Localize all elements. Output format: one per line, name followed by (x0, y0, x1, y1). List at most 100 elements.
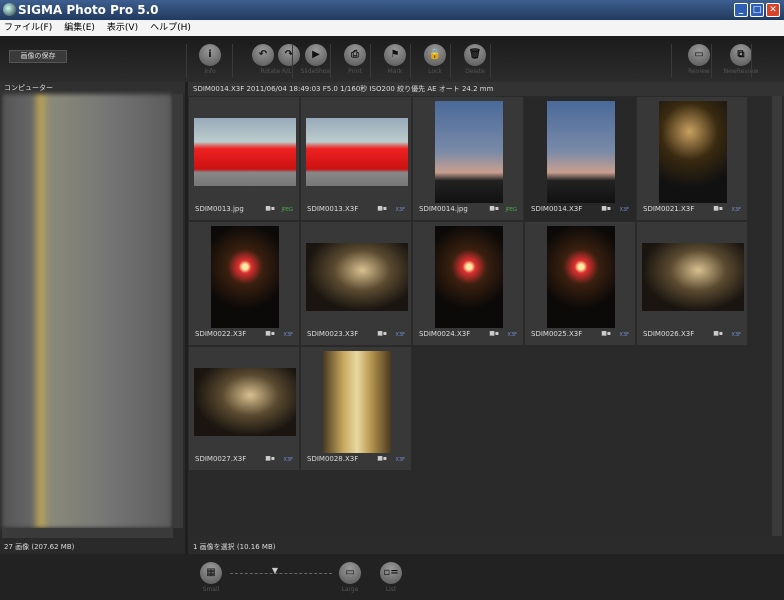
rotate-r-l-button[interactable]: ↶ ↷ Rotate R/L (250, 44, 302, 75)
info-button[interactable]: i Info (190, 44, 230, 75)
thumbnail-item[interactable]: SDIM0023.X3F ■▪ X3F (300, 221, 412, 346)
toolbar-separator (711, 44, 712, 78)
newreview-button[interactable]: ⧉ NewReview (721, 44, 761, 75)
thumbnail-image[interactable] (659, 101, 727, 203)
print-button[interactable]: ⎙ Print (335, 44, 375, 75)
lock-mark-icon[interactable]: ■▪ (265, 455, 275, 462)
lock-mark-icon[interactable]: ■▪ (377, 330, 387, 337)
thumbnail-item[interactable]: SDIM0021.X3F ■▪ X3F (636, 96, 748, 221)
delete-button[interactable]: 🗑 Delete (455, 44, 495, 75)
folder-horizontal-scrollbar[interactable] (2, 528, 173, 538)
menu-file[interactable]: ファイル(F) (4, 23, 52, 33)
folder-panel-header: コンピューター (0, 82, 185, 94)
thumbnail-image[interactable] (435, 226, 503, 328)
print-label: Print (348, 68, 362, 75)
save-image-button[interactable]: 画像の保存 (9, 50, 67, 63)
file-type-badge: X3F (731, 332, 741, 338)
folder-vertical-scrollbar[interactable] (173, 94, 183, 528)
lock-mark-icon[interactable]: ■▪ (601, 330, 611, 337)
thumbnail-image[interactable] (194, 118, 296, 186)
file-type-badge: X3F (395, 457, 405, 463)
file-type-badge: X3F (619, 207, 629, 213)
review-icon: ▭ (688, 44, 710, 66)
lock-mark-icon[interactable]: ■▪ (713, 205, 723, 212)
large-icon: ▭ (339, 562, 361, 584)
lock-mark-icon[interactable]: ■▪ (601, 205, 611, 212)
lock-mark-icon[interactable]: ■▪ (265, 330, 275, 337)
image-info-bar: SDIM0014.X3F 2011/06/04 18:49:03 F5.0 1/… (188, 82, 784, 96)
toolbar-separator (232, 44, 233, 78)
file-type-badge: X3F (619, 332, 629, 338)
thumbnail-image[interactable] (306, 243, 408, 311)
delete-label: Delete (465, 68, 485, 75)
file-type-badge: X3F (507, 332, 517, 338)
toolbar-separator (490, 44, 491, 78)
slider-handle[interactable]: ▼ (272, 566, 278, 575)
thumbnail-item[interactable]: SDIM0027.X3F ■▪ X3F (188, 346, 300, 471)
toolbar-separator (410, 44, 411, 78)
review-button[interactable]: ▭ Review (679, 44, 719, 75)
file-name: SDIM0014.jpg (419, 205, 468, 213)
lock-button[interactable]: 🔒 Lock (415, 44, 455, 75)
small-thumbs-button[interactable]: ▦ Small (191, 562, 231, 593)
thumbnail-item[interactable]: SDIM0014.X3F ■▪ X3F (524, 96, 636, 221)
toolbar-separator (292, 44, 293, 78)
file-name: SDIM0026.X3F (643, 330, 695, 338)
file-name: SDIM0024.X3F (419, 330, 471, 338)
thumbnail-image[interactable] (306, 118, 408, 186)
list-icon: ▫= (380, 562, 402, 584)
rotate-left-icon[interactable]: ↶ (252, 44, 274, 66)
file-name: SDIM0025.X3F (531, 330, 583, 338)
thumbnail-image[interactable] (323, 351, 391, 453)
file-name: SDIM0022.X3F (195, 330, 247, 338)
folder-tree[interactable] (2, 94, 172, 528)
lock-mark-icon[interactable]: ■▪ (377, 205, 387, 212)
thumbnail-image[interactable] (642, 243, 744, 311)
thumbnail-image[interactable] (547, 101, 615, 203)
toolbar-separator (751, 44, 752, 78)
large-thumbs-button[interactable]: ▭ Large (330, 562, 370, 593)
thumbnail-item[interactable]: SDIM0026.X3F ■▪ X3F (636, 221, 748, 346)
file-type-badge: X3F (283, 332, 293, 338)
info-label: Info (204, 68, 216, 75)
thumbnail-item[interactable]: SDIM0028.X3F ■▪ X3F (300, 346, 412, 471)
delete-icon: 🗑 (464, 44, 486, 66)
lock-mark-icon[interactable]: ■▪ (489, 205, 499, 212)
mark-button[interactable]: ⚑ Mark (375, 44, 415, 75)
thumbnail-grid: SDIM0013.jpg ■▪ JPEG SDIM0013.X3F ■▪ X3F SDIM0… (188, 96, 772, 536)
file-name: SDIM0027.X3F (195, 455, 247, 463)
newreview-icon: ⧉ (730, 44, 752, 66)
thumbnail-item[interactable]: SDIM0014.jpg ■▪ JPEG (412, 96, 524, 221)
file-type-badge: JPEG (505, 207, 517, 213)
menu-help[interactable]: ヘルプ(H) (150, 23, 191, 33)
thumb-size-slider[interactable] (230, 571, 332, 574)
grid-icon: ▦ (200, 562, 222, 584)
thumbnail-item[interactable]: SDIM0024.X3F ■▪ X3F (412, 221, 524, 346)
thumbnail-image[interactable] (435, 101, 503, 203)
thumbnail-image[interactable] (194, 368, 296, 436)
thumbnail-item[interactable]: SDIM0013.jpg ■▪ JPEG (188, 96, 300, 221)
thumbnail-image[interactable] (547, 226, 615, 328)
small-label: Small (202, 586, 220, 593)
thumbnail-item[interactable]: SDIM0025.X3F ■▪ X3F (524, 221, 636, 346)
lock-mark-icon[interactable]: ■▪ (265, 205, 275, 212)
menu-view[interactable]: 表示(V) (107, 23, 138, 33)
lock-mark-icon[interactable]: ■▪ (713, 330, 723, 337)
thumbnail-scrollbar[interactable] (772, 96, 782, 536)
maximize-button[interactable]: □ (750, 3, 764, 17)
lock-mark-icon[interactable]: ■▪ (377, 455, 387, 462)
thumbnail-item[interactable]: SDIM0022.X3F ■▪ X3F (188, 221, 300, 346)
file-name: SDIM0023.X3F (307, 330, 359, 338)
file-name: SDIM0014.X3F (531, 205, 583, 213)
file-type-badge: X3F (731, 207, 741, 213)
thumbnail-item[interactable]: SDIM0013.X3F ■▪ X3F (300, 96, 412, 221)
minimize-button[interactable]: _ (734, 3, 748, 17)
thumbnail-image[interactable] (211, 226, 279, 328)
menu-edit[interactable]: 編集(E) (64, 23, 95, 33)
info-icon: i (199, 44, 221, 66)
lock-mark-icon[interactable]: ■▪ (489, 330, 499, 337)
close-button[interactable]: ✕ (766, 3, 780, 17)
review-label: Review (688, 68, 710, 75)
mark-label: Mark (387, 68, 403, 75)
list-view-button[interactable]: ▫= List (371, 562, 411, 593)
